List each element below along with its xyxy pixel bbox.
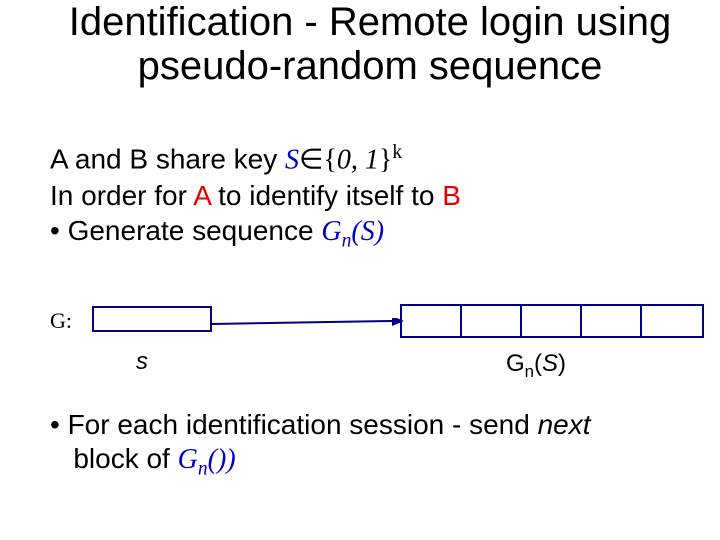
text-frag: ∈{ — [299, 144, 337, 175]
output-segment — [522, 306, 582, 336]
paren-close: ) — [375, 216, 384, 247]
exponent-k: k — [392, 142, 402, 163]
subscript-n: n — [342, 231, 352, 252]
text-frag: • For each identification session - send — [50, 409, 538, 440]
subscript-n: n — [198, 458, 208, 479]
text-key-share: A and B share key S∈{0, 1}k — [50, 142, 402, 176]
text-frag: A and B share key — [50, 143, 285, 174]
subscript-n: n — [525, 362, 534, 381]
diagram-gn-label: Gn(S) — [506, 350, 566, 382]
var-g: G — [506, 350, 525, 377]
var-s: S — [361, 216, 375, 247]
output-segment — [642, 306, 702, 336]
text-frag: • Generate sequence — [50, 215, 321, 246]
paren-close: ) — [226, 444, 235, 475]
diagram-label-g: G: — [50, 308, 72, 334]
diagram-input-box — [92, 306, 212, 332]
bullet-send-block: • For each identification session - send… — [50, 408, 670, 481]
paren-close: ) — [558, 350, 566, 377]
var-s: S — [542, 350, 558, 377]
text-frag: } — [379, 144, 392, 175]
diagram-s-label: s — [136, 348, 148, 376]
text-frag: block of — [66, 443, 178, 474]
output-segment — [402, 306, 462, 336]
text-frag: In order for — [50, 180, 193, 211]
party-a: A — [193, 180, 210, 211]
text-frag: to identify itself to — [210, 180, 442, 211]
text-identify: In order for A to identify itself to B — [50, 180, 461, 212]
text-frag: 0, 1 — [337, 144, 379, 175]
output-segment — [462, 306, 522, 336]
text-next: next — [538, 409, 591, 440]
paren-open: ( — [208, 444, 217, 475]
var-g: G — [321, 216, 341, 247]
var-g: G — [178, 444, 198, 475]
party-b: B — [442, 180, 461, 211]
var-s: ) — [217, 444, 226, 475]
diagram-output-box — [400, 304, 704, 338]
slide-title: Identification - Remote login using pseu… — [60, 0, 680, 88]
paren-open: ( — [534, 350, 542, 377]
var-s: S — [285, 144, 299, 175]
bullet-generate: • Generate sequence Gn(S) — [50, 215, 384, 253]
output-segment — [582, 306, 642, 336]
slide: { "title": "Identification - Remote logi… — [0, 0, 720, 540]
arrow-icon — [212, 318, 404, 330]
paren-open: ( — [351, 216, 360, 247]
